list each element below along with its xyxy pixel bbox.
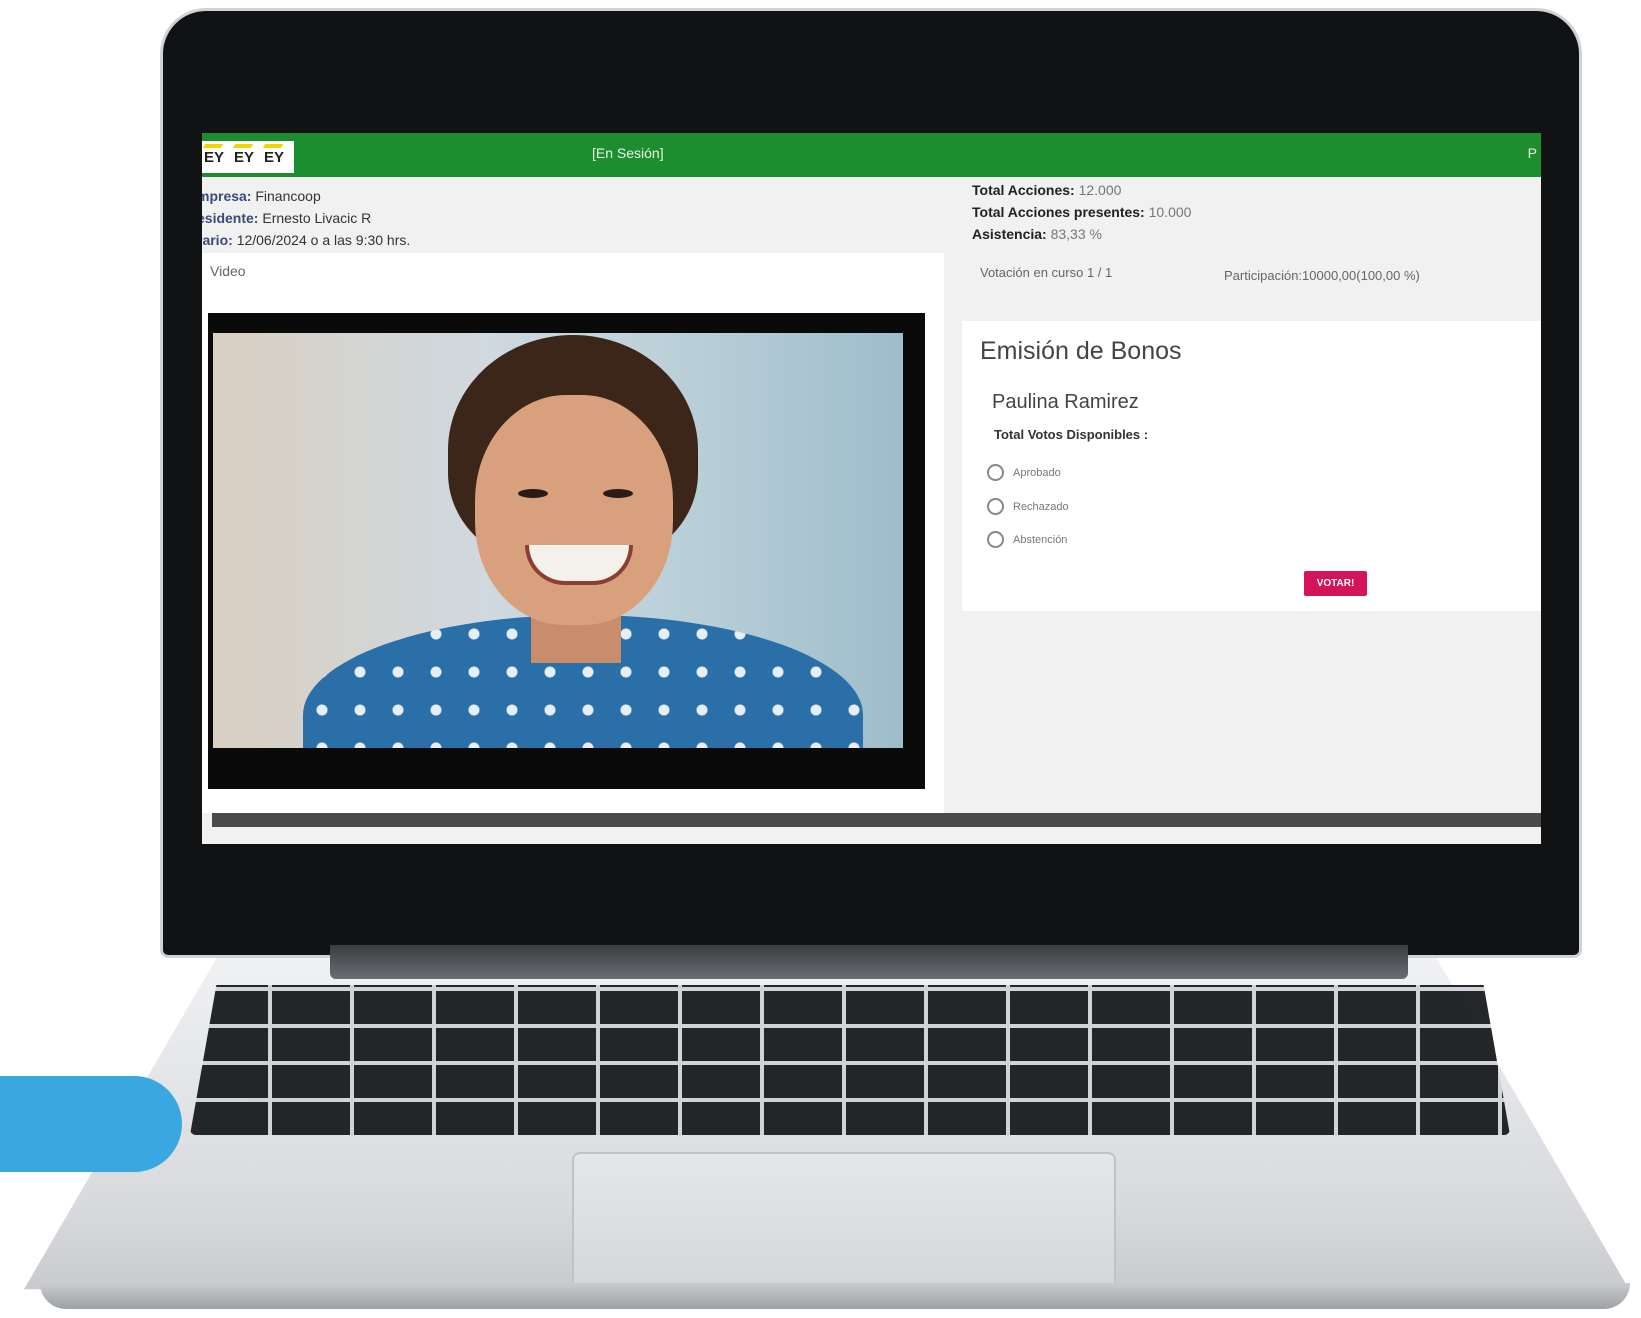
presentes-value: 10.000: [1148, 204, 1192, 220]
laptop-front-edge: [40, 1283, 1630, 1309]
screen: EY EY EY [En Sesión] P mpresa: Financoop…: [202, 133, 1541, 844]
option-label: Aprobado: [1013, 466, 1061, 479]
asistencia-row: Asistencia: 83,33 %: [972, 223, 1191, 245]
keyboard: [190, 985, 1510, 1135]
vote-progress: Votación en curso 1 / 1: [980, 265, 1113, 280]
video-header: Video: [210, 263, 246, 279]
option-rechazado[interactable]: Rechazado: [987, 498, 1069, 515]
asistencia-value: 83,33 %: [1050, 226, 1102, 242]
person-eye: [603, 489, 633, 498]
presentes-label: Total Acciones presentes:: [972, 204, 1145, 220]
option-label: Rechazado: [1013, 500, 1069, 513]
vote-title: Emisión de Bonos: [980, 337, 1182, 365]
horario-row: rario: 12/06/2024 o a las 9:30 hrs.: [202, 229, 410, 251]
total-acciones-value: 12.000: [1078, 182, 1122, 198]
person-face: [475, 395, 673, 625]
session-status: [En Sesión]: [592, 145, 664, 161]
top-bar: EY EY EY [En Sesión] P: [202, 133, 1541, 177]
presidente-label: esidente:: [202, 210, 259, 226]
total-acciones-label: Total Acciones:: [972, 182, 1075, 198]
option-aprobado[interactable]: Aprobado: [987, 464, 1061, 481]
empresa-label: mpresa:: [202, 188, 252, 204]
video-player[interactable]: [208, 313, 925, 789]
horario-label: rario:: [202, 232, 233, 248]
radio-icon[interactable]: [987, 464, 1004, 481]
logo-strip: EY EY EY: [202, 141, 295, 173]
presentes-row: Total Acciones presentes: 10.000: [972, 201, 1191, 223]
presidente-value: Ernesto Livacic R: [262, 210, 372, 226]
ey-logo: EY: [234, 148, 255, 166]
total-acciones-row: Total Acciones: 12.000: [972, 179, 1191, 201]
asistencia-label: Asistencia:: [972, 226, 1047, 242]
radio-icon[interactable]: [987, 498, 1004, 515]
laptop-hinge: [330, 945, 1408, 979]
empresa-row: mpresa: Financoop: [202, 185, 410, 207]
vote-button[interactable]: VOTAR!: [1304, 571, 1367, 596]
accent-tab: [0, 1076, 182, 1172]
top-right-text: P: [1527, 145, 1537, 161]
trackpad: [572, 1152, 1116, 1294]
option-abstencion[interactable]: Abstención: [987, 531, 1067, 548]
horario-value: 12/06/2024 o a las 9:30 hrs.: [236, 232, 411, 248]
voter-name: Paulina Ramirez: [992, 391, 1139, 413]
horizontal-scrollbar[interactable]: [212, 813, 1541, 827]
option-label: Abstención: [1013, 533, 1068, 546]
presidente-row: esidente: Ernesto Livacic R: [202, 207, 410, 229]
radio-icon[interactable]: [987, 531, 1004, 548]
person-eye: [518, 489, 548, 498]
empresa-value: Financoop: [255, 188, 321, 204]
shares-stats: Total Acciones: 12.000 Total Acciones pr…: [972, 179, 1191, 245]
meeting-info: mpresa: Financoop esidente: Ernesto Liva…: [202, 185, 410, 251]
video-panel: Video: [202, 253, 944, 813]
vote-header: Votación en curso 1 / 1 Participación:10…: [962, 253, 1541, 319]
ey-logo: EY: [204, 148, 225, 166]
vote-participation: Participación:10000,00(100,00 %): [1224, 268, 1420, 283]
ey-logo: EY: [264, 148, 285, 166]
video-feed: [213, 333, 903, 748]
total-votes-label: Total Votos Disponibles :: [994, 427, 1149, 442]
vote-card: Emisión de Bonos Paulina Ramirez Total V…: [962, 321, 1541, 611]
